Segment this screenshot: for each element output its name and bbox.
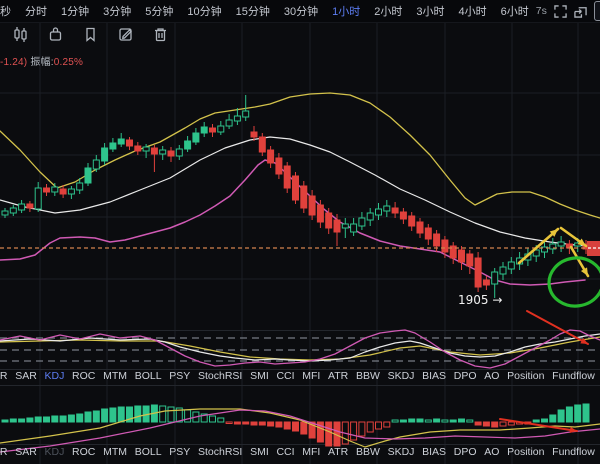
indicator-tab-ATR[interactable]: ATR bbox=[328, 370, 348, 382]
indicator-tab-WR[interactable]: WR bbox=[0, 370, 8, 382]
indicator-tab-StochRSI[interactable]: StochRSI bbox=[198, 370, 242, 382]
bollinger-bands bbox=[0, 93, 600, 285]
timeframe-item-分时[interactable]: 分时 bbox=[18, 3, 54, 19]
kdj-level-lines bbox=[0, 338, 596, 361]
kdj-lines bbox=[0, 330, 600, 368]
timeframe-item-15分钟[interactable]: 15分钟 bbox=[229, 3, 277, 19]
indicator-tab-KDJ[interactable]: KDJ bbox=[45, 370, 65, 382]
kline-style-icon[interactable] bbox=[12, 26, 29, 43]
current-price-marker bbox=[0, 241, 600, 256]
indicator-tab-Position[interactable]: Position bbox=[507, 446, 544, 458]
indicator-tab-PSY[interactable]: PSY bbox=[169, 446, 190, 458]
timeframe-bar: 秒分时1分钟3分钟5分钟10分钟15分钟30分钟1小时2小时3小时4小时6小时 … bbox=[0, 0, 600, 23]
timeframe-item-4小时[interactable]: 4小时 bbox=[452, 3, 494, 19]
amplitude-label: 振幅: bbox=[30, 57, 53, 68]
indicator-tab-Fundflow[interactable]: Fundflow bbox=[552, 370, 595, 382]
indicator-tab-BIAS[interactable]: BIAS bbox=[422, 370, 446, 382]
bookmark-icon[interactable] bbox=[82, 26, 99, 43]
fullscreen-icon[interactable] bbox=[554, 5, 567, 18]
timeframe-item-秒[interactable]: 秒 bbox=[0, 3, 18, 19]
indicator-tab-BIAS[interactable]: BIAS bbox=[422, 446, 446, 458]
timeframe-item-5分钟[interactable]: 5分钟 bbox=[138, 3, 180, 19]
indicator-tab-KDJ[interactable]: KDJ bbox=[45, 446, 65, 458]
indicator-tab-ROC[interactable]: ROC bbox=[72, 446, 95, 458]
trash-icon[interactable] bbox=[152, 26, 169, 43]
timeframe-item-10分钟[interactable]: 10分钟 bbox=[180, 3, 228, 19]
indicator-tab-BBW[interactable]: BBW bbox=[356, 446, 380, 458]
chart-toolbar bbox=[12, 26, 169, 43]
timeframe-item-3分钟[interactable]: 3分钟 bbox=[96, 3, 138, 19]
indicator-tab-Position[interactable]: Position bbox=[507, 370, 544, 382]
indicator-tab-MFI[interactable]: MFI bbox=[302, 446, 320, 458]
indicator-tab-BOLL[interactable]: BOLL bbox=[135, 370, 162, 382]
timeframe-item-2小时[interactable]: 2小时 bbox=[367, 3, 409, 19]
lock-icon[interactable] bbox=[47, 26, 64, 43]
indicator-tab-WR[interactable]: WR bbox=[0, 446, 8, 458]
kline-chart-canvas[interactable]: 1905 → bbox=[0, 0, 600, 464]
topbar-right-controls: 7s 单 bbox=[536, 1, 600, 21]
indicator-tab-DPO[interactable]: DPO bbox=[454, 446, 477, 458]
svg-text:1905 →: 1905 → bbox=[458, 293, 502, 307]
indicator-tab-AO[interactable]: AO bbox=[484, 446, 499, 458]
indicator-tab-SKDJ[interactable]: SKDJ bbox=[388, 370, 415, 382]
indicator-tab-SAR[interactable]: SAR bbox=[15, 370, 37, 382]
ticker-info-line: -1.24) 振幅:0.25% bbox=[0, 53, 83, 68]
indicator-tabrow-sub2: WR SAR KDJ ROC MTM BOLL PSY StochRSI SMI CCI MFI AT… bbox=[0, 446, 600, 458]
indicator-tab-MTM[interactable]: MTM bbox=[103, 370, 127, 382]
indicator-tab-SKDJ[interactable]: SKDJ bbox=[388, 446, 415, 458]
indicator-tab-MFI[interactable]: MFI bbox=[302, 370, 320, 382]
grid-lines bbox=[0, 22, 600, 464]
indicator-tab-SMI[interactable]: SMI bbox=[250, 446, 269, 458]
indicator-tab-CCI[interactable]: CCI bbox=[276, 370, 294, 382]
annotation-green-circle bbox=[546, 254, 600, 309]
refresh-interval-label: 7s bbox=[536, 5, 547, 17]
timeframe-item-1小时[interactable]: 1小时 bbox=[325, 3, 367, 19]
indicator-tabrow-sub1: WR SAR KDJ ROC MTM BOLL PSY StochRSI SMI CCI MFI AT… bbox=[0, 370, 600, 382]
indicator-tab-ATR[interactable]: ATR bbox=[328, 446, 348, 458]
timeframe-item-6小时[interactable]: 6小时 bbox=[494, 3, 536, 19]
indicator-tab-AO[interactable]: AO bbox=[484, 370, 499, 382]
indicator-tab-Fundflow[interactable]: Fundflow bbox=[552, 446, 595, 458]
indicator-tab-DPO[interactable]: DPO bbox=[454, 370, 477, 382]
indicator-tab-MTM[interactable]: MTM bbox=[103, 446, 127, 458]
timeframe-list: 秒分时1分钟3分钟5分钟10分钟15分钟30分钟1小时2小时3小时4小时6小时 bbox=[0, 3, 536, 19]
indicator-tab-BOLL[interactable]: BOLL bbox=[135, 446, 162, 458]
price-change-fragment: -1.24) bbox=[0, 57, 27, 68]
edit-note-icon[interactable] bbox=[117, 26, 134, 43]
timeframe-item-3小时[interactable]: 3小时 bbox=[409, 3, 451, 19]
indicator-tab-SAR[interactable]: SAR bbox=[15, 446, 37, 458]
indicator-tab-CCI[interactable]: CCI bbox=[276, 446, 294, 458]
trading-app-window: { "header": { "timeframes": [ {"label":"… bbox=[0, 0, 600, 464]
indicator-tab-BBW[interactable]: BBW bbox=[356, 370, 380, 382]
order-panel-button[interactable]: 单 bbox=[594, 1, 600, 21]
new-window-icon[interactable] bbox=[574, 5, 587, 18]
timeframe-item-30分钟[interactable]: 30分钟 bbox=[277, 3, 325, 19]
indicator-tab-ROC[interactable]: ROC bbox=[72, 370, 95, 382]
indicator-tab-PSY[interactable]: PSY bbox=[169, 370, 190, 382]
amplitude-value: 0.25% bbox=[54, 57, 83, 68]
low-price-annotation: 1905 → bbox=[458, 293, 502, 307]
candles-layer bbox=[2, 95, 589, 298]
indicator-tab-StochRSI[interactable]: StochRSI bbox=[198, 446, 242, 458]
timeframe-item-1分钟[interactable]: 1分钟 bbox=[54, 3, 96, 19]
indicator-tab-SMI[interactable]: SMI bbox=[250, 370, 269, 382]
